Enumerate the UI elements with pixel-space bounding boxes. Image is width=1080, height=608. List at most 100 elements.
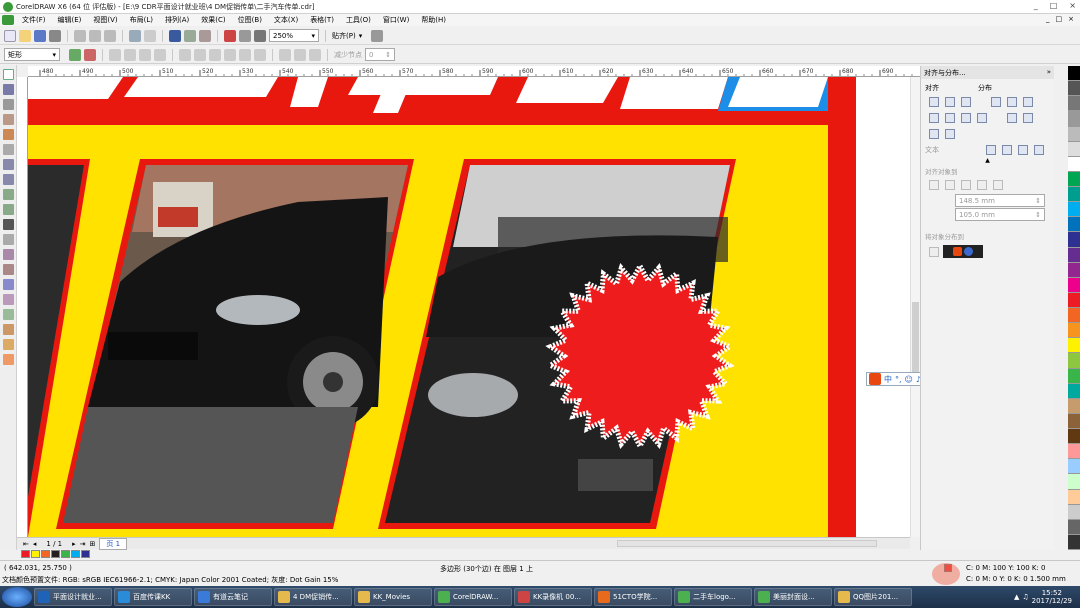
drawing-canvas[interactable] [28, 77, 920, 537]
palette-swatch[interactable] [1068, 368, 1080, 384]
document-color-swatch[interactable] [61, 550, 70, 558]
rectangle-tool-icon[interactable] [3, 159, 14, 170]
align-left-icon[interactable] [929, 97, 939, 107]
color-profile-info[interactable]: 文档颜色预置文件: RGB: sRGB IEC61966-2.1; CMYK: … [2, 575, 338, 585]
align-center-v-icon[interactable] [961, 113, 971, 123]
page-edge-icon[interactable] [945, 180, 955, 190]
tray-network-icon[interactable]: ▲ [1014, 593, 1019, 601]
copy-icon[interactable] [89, 29, 101, 42]
scroll-thumb[interactable] [912, 302, 919, 382]
page-tab[interactable]: 页 1 [99, 537, 128, 550]
fill-tool-icon[interactable] [3, 339, 14, 350]
cusp-node-icon[interactable] [179, 48, 191, 61]
next-page-icon[interactable]: ▸ [72, 540, 76, 548]
ellipse-tool-icon[interactable] [3, 174, 14, 185]
pick-tool-icon[interactable] [3, 69, 14, 80]
text-bounding-box-icon[interactable] [1018, 145, 1028, 155]
transparency-tool-icon[interactable] [3, 294, 14, 305]
smart-fill-tool-icon[interactable] [3, 144, 14, 155]
taskbar-item[interactable]: KK录像机 00... [514, 588, 592, 606]
emoji-icon[interactable]: ☺ [905, 375, 913, 384]
prev-page-icon[interactable]: ◂ [33, 540, 37, 548]
expand-arrow-icon[interactable]: ▲ [921, 157, 1054, 164]
menu-file[interactable]: 文件(F) [16, 15, 52, 25]
ime-mode-label[interactable]: 中 [884, 374, 892, 385]
menu-window[interactable]: 窗口(W) [377, 15, 415, 25]
palette-swatch[interactable] [1068, 277, 1080, 293]
taskbar-item[interactable]: 百度传课KK [114, 588, 192, 606]
taskbar-item[interactable]: CorelDRAW... [434, 588, 512, 606]
symmetric-node-icon[interactable] [209, 48, 221, 61]
taskbar-item[interactable]: KK_Movies [354, 588, 432, 606]
distribute-bottom-icon[interactable] [929, 129, 939, 139]
object-type-dropdown[interactable]: 矩形 ▾ [4, 48, 60, 61]
sogou-icon[interactable] [869, 373, 881, 385]
to-line-icon[interactable] [139, 48, 151, 61]
active-objects-icon[interactable] [929, 180, 939, 190]
text-outline-icon[interactable] [1034, 145, 1044, 155]
help-icon[interactable] [964, 247, 973, 256]
extent-of-selection-icon[interactable] [929, 246, 939, 257]
application-launcher-icon[interactable] [224, 29, 236, 42]
palette-swatch[interactable] [1068, 292, 1080, 308]
palette-swatch[interactable] [1068, 459, 1080, 475]
palette-swatch[interactable] [1068, 232, 1080, 248]
palette-swatch[interactable] [1068, 444, 1080, 460]
rotate-nodes-icon[interactable] [294, 48, 306, 61]
polygon-tool-icon[interactable] [3, 189, 14, 200]
reduce-nodes-input[interactable]: 0 ⇕ [365, 48, 395, 61]
table-tool-icon[interactable] [3, 234, 14, 245]
menu-table[interactable]: 表格(T) [304, 15, 340, 25]
palette-swatch[interactable] [1068, 338, 1080, 354]
palette-swatch[interactable] [1068, 141, 1080, 157]
distribute-spacing-v-icon[interactable] [945, 129, 955, 139]
palette-swatch[interactable] [1068, 534, 1080, 550]
menu-text[interactable]: 文本(X) [268, 15, 304, 25]
text-first-line-icon[interactable] [986, 145, 996, 155]
interactive-fill-tool-icon[interactable] [3, 354, 14, 365]
taskbar-item[interactable]: 51CTO学院... [594, 588, 672, 606]
add-page-icon[interactable]: ⊞ [90, 540, 96, 548]
last-page-icon[interactable]: ⇥ [80, 540, 86, 548]
undo-icon[interactable] [129, 29, 141, 42]
menu-tools[interactable]: 工具(O) [340, 15, 377, 25]
freehand-tool-icon[interactable] [3, 129, 14, 140]
y-position-input[interactable]: 105.0 mm ⇕ [955, 208, 1045, 221]
maximize-button[interactable]: □ [1050, 1, 1058, 10]
x-position-input[interactable]: 148.5 mm ⇕ [955, 194, 1045, 207]
taskbar-item[interactable]: 有道云笔记 [194, 588, 272, 606]
taskbar-item[interactable]: 平面设计就业... [34, 588, 112, 606]
menu-effects[interactable]: 效果(C) [195, 15, 231, 25]
menu-help[interactable]: 帮助(H) [415, 15, 452, 25]
first-page-icon[interactable]: ⇤ [23, 540, 29, 548]
document-color-swatch[interactable] [81, 550, 90, 558]
cut-icon[interactable] [74, 29, 86, 42]
palette-swatch[interactable] [1068, 171, 1080, 187]
basic-shapes-tool-icon[interactable] [3, 204, 14, 215]
palette-swatch[interactable] [1068, 66, 1080, 82]
punctuation-icon[interactable]: °, [895, 375, 902, 384]
doc-minimize-button[interactable]: _ [1046, 15, 1050, 23]
search-content-icon[interactable] [169, 29, 181, 42]
distribute-center-v-icon[interactable] [1023, 113, 1033, 123]
crop-tool-icon[interactable] [3, 99, 14, 110]
palette-swatch[interactable] [1068, 519, 1080, 535]
start-button[interactable] [2, 587, 32, 607]
palette-swatch[interactable] [1068, 156, 1080, 172]
palette-swatch[interactable] [1068, 111, 1080, 127]
vertical-ruler[interactable] [17, 77, 28, 537]
distribute-spacing-h-icon[interactable] [929, 113, 939, 123]
menu-view[interactable]: 视图(V) [87, 15, 123, 25]
palette-swatch[interactable] [1068, 187, 1080, 203]
palette-swatch[interactable] [1068, 126, 1080, 142]
clock-time[interactable]: 15:52 [1042, 589, 1062, 597]
palette-swatch[interactable] [1068, 398, 1080, 414]
snap-to-menu[interactable]: 贴齐(P) [332, 31, 356, 41]
dimension-tool-icon[interactable] [3, 249, 14, 260]
menu-layout[interactable]: 布局(L) [124, 15, 159, 25]
align-center-h-icon[interactable] [945, 97, 955, 107]
horizontal-scrollbar[interactable] [617, 540, 877, 547]
document-color-swatch[interactable] [41, 550, 50, 558]
text-last-line-icon[interactable] [1002, 145, 1012, 155]
taskbar-item[interactable]: 二手车logo... [674, 588, 752, 606]
